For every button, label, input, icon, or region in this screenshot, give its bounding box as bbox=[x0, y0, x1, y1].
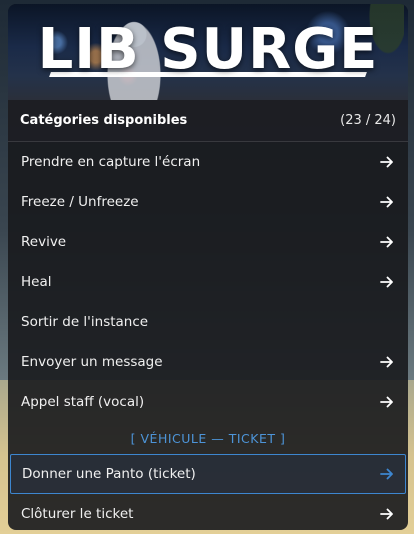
menu-item-heal[interactable]: Heal bbox=[8, 262, 408, 302]
menu-item-list: Prendre en capture l'écran Freeze / Unfr… bbox=[8, 142, 408, 422]
menu-item-label: Prendre en capture l'écran bbox=[21, 154, 201, 170]
menu-item-count: (23 / 24) bbox=[340, 113, 396, 128]
menu-banner: LIB SURGE bbox=[8, 4, 408, 100]
menu-item-label: Appel staff (vocal) bbox=[21, 394, 145, 410]
banner-title: LIB SURGE bbox=[37, 17, 379, 82]
menu-item-label: Donner une Panto (ticket) bbox=[22, 466, 196, 482]
arrow-right-icon bbox=[380, 396, 393, 408]
menu-item-label: Freeze / Unfreeze bbox=[21, 194, 139, 210]
menu-header-title: Catégories disponibles bbox=[20, 113, 188, 128]
menu-header: Catégories disponibles (23 / 24) bbox=[8, 100, 408, 142]
menu-item-screenshot[interactable]: Prendre en capture l'écran bbox=[8, 142, 408, 182]
menu-item-revive[interactable]: Revive bbox=[8, 222, 408, 262]
menu-item-staff-call[interactable]: Appel staff (vocal) bbox=[8, 382, 408, 422]
arrow-right-icon bbox=[380, 196, 393, 208]
section-header-vehicle-ticket: [ VÉHICULE — TICKET ] bbox=[130, 430, 286, 446]
menu-item-close-ticket[interactable]: Clôturer le ticket bbox=[8, 494, 408, 530]
arrow-right-icon bbox=[380, 508, 393, 520]
admin-menu-panel: LIB SURGE Catégories disponibles (23 / 2… bbox=[8, 4, 408, 530]
menu-item-label: Revive bbox=[21, 234, 67, 250]
arrow-right-icon bbox=[380, 356, 393, 368]
menu-item-label: Heal bbox=[21, 274, 52, 290]
arrow-right-icon bbox=[380, 276, 393, 288]
menu-item-freeze[interactable]: Freeze / Unfreeze bbox=[8, 182, 408, 222]
arrow-right-icon bbox=[380, 468, 393, 480]
menu-item-label: Clôturer le ticket bbox=[21, 506, 134, 522]
menu-item-label: Envoyer un message bbox=[21, 354, 163, 370]
arrow-right-icon bbox=[380, 156, 393, 168]
menu-item-give-panto[interactable]: Donner une Panto (ticket) bbox=[10, 454, 406, 494]
section-item-list: Donner une Panto (ticket) Clôturer le ti… bbox=[8, 454, 408, 530]
menu-item-label: Sortir de l'instance bbox=[21, 314, 149, 330]
menu-item-send-message[interactable]: Envoyer un message bbox=[8, 342, 408, 382]
arrow-right-icon bbox=[380, 236, 393, 248]
menu-item-leave-instance[interactable]: Sortir de l'instance bbox=[8, 302, 408, 342]
